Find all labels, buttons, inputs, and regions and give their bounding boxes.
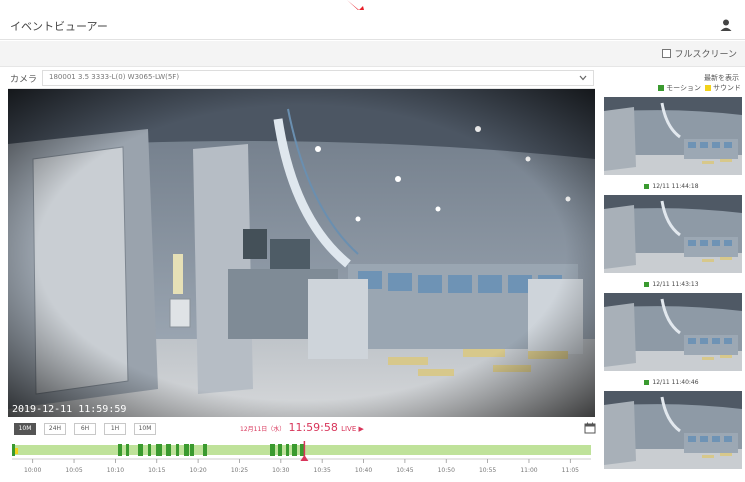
motion-event-icon: [644, 183, 650, 189]
range-button-3[interactable]: 1H: [104, 423, 126, 435]
live-clock: 11:59:58: [288, 421, 338, 434]
range-button-0[interactable]: 10M: [14, 423, 36, 435]
sound-swatch: [705, 85, 711, 91]
timeline-tick-label: 10:40: [355, 467, 372, 474]
live-date: 12月11日（水）: [240, 426, 286, 433]
timeline-tick-label: 10:10: [107, 467, 124, 474]
fullscreen-toggle[interactable]: フルスクリーン: [662, 47, 737, 60]
legend-sound-label: サウンド: [713, 84, 741, 92]
motion-event-block: [203, 444, 207, 456]
event-thumbnail[interactable]: [604, 195, 742, 273]
legend-motion-label: モーション: [666, 84, 701, 92]
timeline-tick-label: 10:35: [314, 467, 331, 474]
motion-event-block: [184, 444, 189, 456]
event-sidebar: 最新を表示 モーション サウンド 12/11 11:44:18 12/11 11…: [598, 67, 745, 482]
camera-label: カメラ: [10, 75, 38, 85]
timeline-tick-label: 10:25: [231, 467, 248, 474]
range-button-1[interactable]: 24H: [44, 423, 66, 435]
event-thumbnail[interactable]: [604, 391, 742, 469]
motion-event-icon: [644, 281, 650, 287]
motion-event-block: [148, 444, 151, 456]
event-thumbnail[interactable]: [604, 293, 742, 371]
event-time: 12/11 11:44:18: [652, 182, 699, 190]
timeline-track[interactable]: 10:00 10:05 10:10 10:15 10:20 10:25 10:30 10:35…: [8, 439, 595, 477]
timeline-tick-label: 11:05: [562, 467, 579, 474]
playback-controls: 10M 24H 6H 1H 10M 12月11日（水） 11:59:58 LIV…: [8, 417, 596, 477]
event-time: 12/11 11:40:46: [652, 378, 699, 386]
timeline-tick-label: 10:45: [396, 467, 413, 474]
event-caption: 12/11 11:44:18: [598, 180, 745, 192]
timeline-tick-label: 11:00: [520, 467, 537, 474]
motion-event-block: [286, 444, 289, 456]
video-player[interactable]: 2019-12-11 11:59:59: [8, 89, 595, 417]
motion-event-block: [118, 444, 122, 456]
user-icon[interactable]: [719, 18, 733, 32]
main-panel: カメラ 180001 3.5 3333-L(0) W3065-LW(5F) 20…: [8, 67, 596, 477]
sound-event-block: [15, 448, 18, 454]
event-caption: 12/11 11:40:46: [598, 376, 745, 388]
motion-event-block: [126, 444, 129, 456]
motion-event-icon: [644, 379, 650, 385]
timeline-tick-label: 10:50: [438, 467, 455, 474]
event-caption: 12/11 11:43:13: [598, 278, 745, 290]
motion-event-block: [166, 444, 171, 456]
motion-event-block: [292, 444, 297, 456]
live-time-display: 12月11日（水） 11:59:58 LIVE ▶: [240, 421, 364, 434]
timeline-tick-label: 10:20: [189, 467, 206, 474]
event-thumbnail[interactable]: [604, 97, 742, 175]
motion-event-block: [300, 444, 304, 456]
timeline-tick-label: 10:15: [148, 467, 165, 474]
motion-event-block: [278, 444, 282, 456]
show-latest-link[interactable]: 最新を表示: [704, 73, 739, 83]
timeline-tick-label: 10:55: [479, 467, 496, 474]
timeline-tick-label: 10:05: [65, 467, 82, 474]
video-timestamp: 2019-12-11 11:59:59: [12, 404, 127, 415]
motion-swatch: [658, 85, 665, 91]
range-button-2[interactable]: 6H: [74, 423, 96, 435]
toolbar: フルスクリーン: [0, 41, 745, 67]
motion-event-block: [156, 444, 162, 456]
motion-event-block: [190, 444, 194, 456]
event-legend: モーション サウンド: [658, 83, 741, 93]
calendar-icon[interactable]: [584, 422, 596, 434]
chevron-down-icon: [579, 75, 587, 81]
live-button[interactable]: LIVE ▶: [341, 425, 364, 433]
camera-feed-image: [8, 89, 595, 417]
camera-bar: カメラ 180001 3.5 3333-L(0) W3065-LW(5F): [8, 67, 595, 89]
event-time: 12/11 11:43:13: [652, 280, 699, 288]
fullscreen-checkbox[interactable]: [662, 49, 672, 58]
camera-select-value: 180001 3.5 3333-L(0) W3065-LW(5F): [49, 73, 180, 81]
timeline-tick-label: 10:30: [272, 467, 289, 474]
fullscreen-label: フルスクリーン: [674, 50, 737, 60]
motion-event-block: [176, 444, 179, 456]
motion-event-block: [12, 444, 15, 456]
camera-select[interactable]: 180001 3.5 3333-L(0) W3065-LW(5F): [42, 70, 594, 86]
page-title: イベントビューアー: [10, 20, 108, 33]
motion-event-block: [270, 444, 275, 456]
app-header: イベントビューアー: [0, 10, 745, 40]
timeline-tick-label: 10:00: [24, 467, 41, 474]
motion-event-block: [138, 444, 143, 456]
range-button-4[interactable]: 10M: [134, 423, 156, 435]
